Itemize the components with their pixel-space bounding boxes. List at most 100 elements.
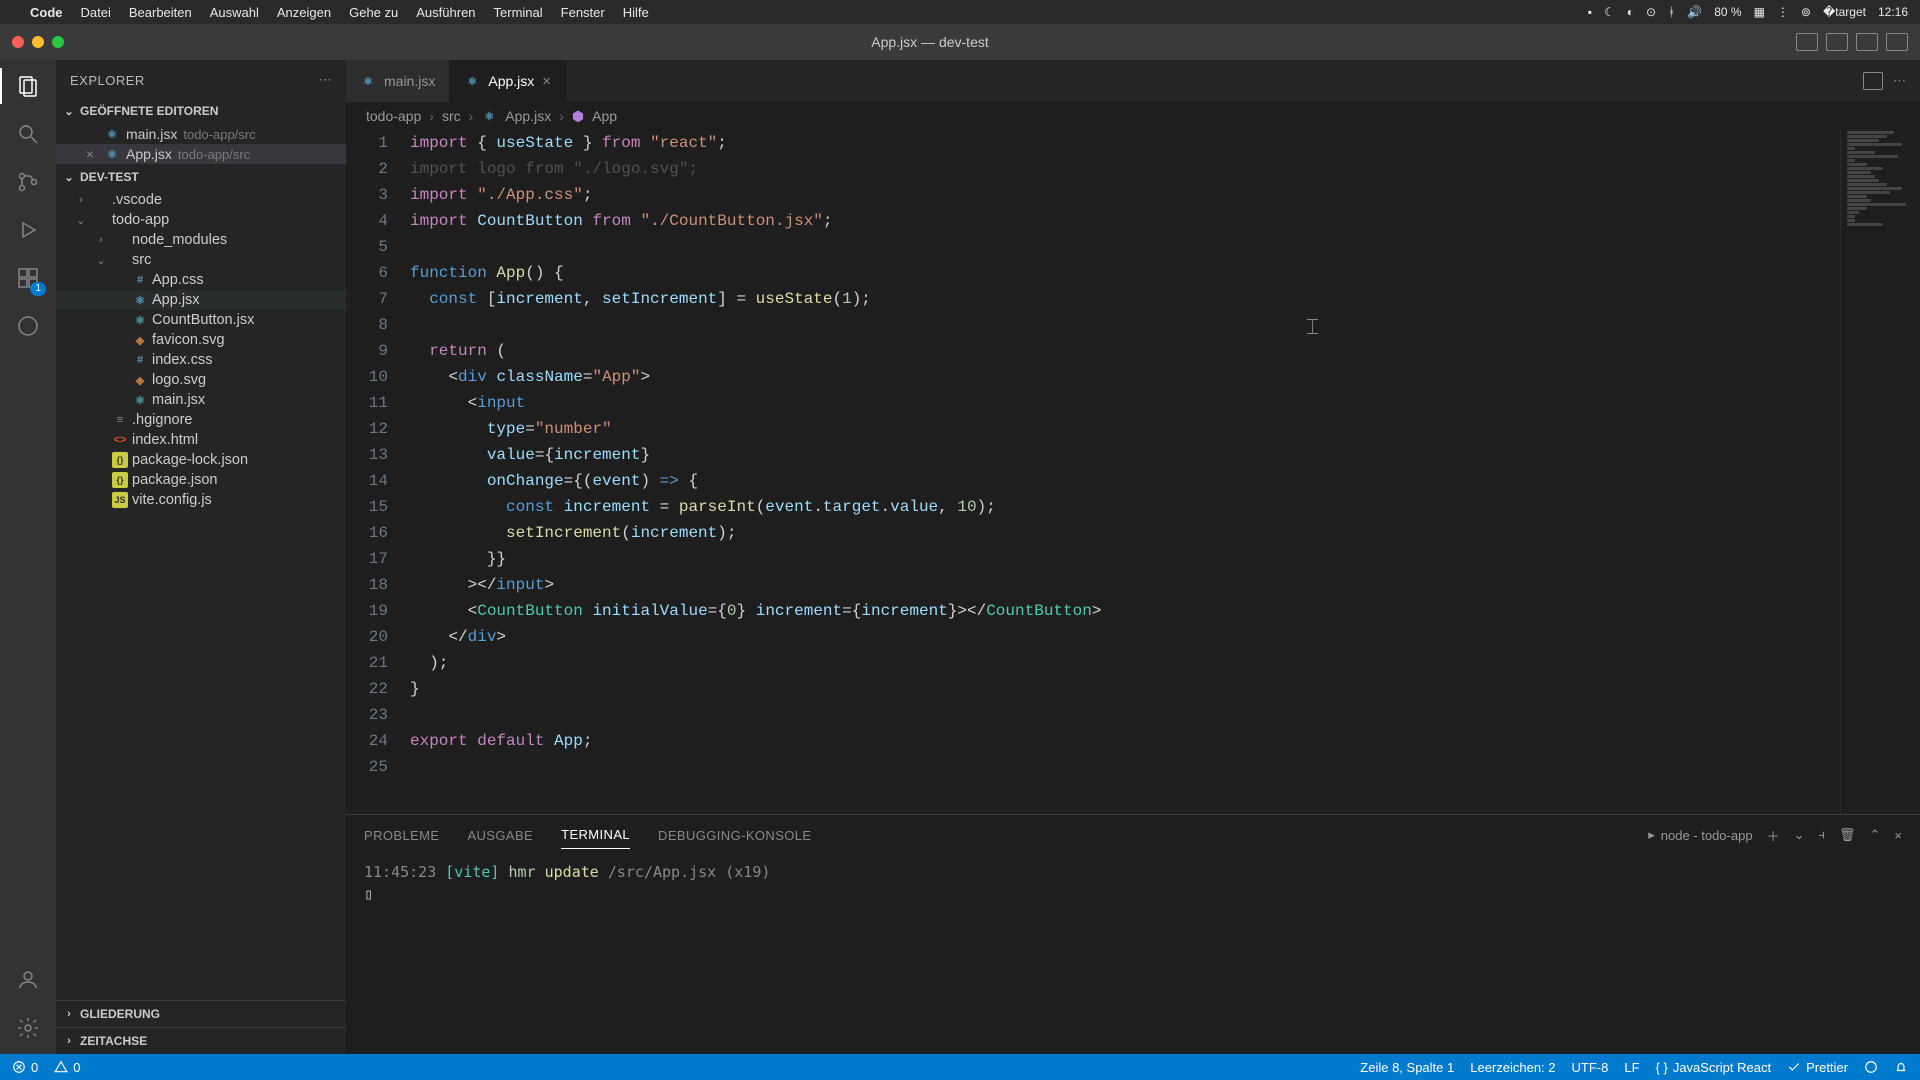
minimize-window-button[interactable] (32, 36, 44, 48)
run-debug-icon[interactable] (14, 216, 42, 244)
file-item[interactable]: ⚛App.jsx (56, 290, 346, 310)
settings-gear-icon[interactable] (14, 1014, 42, 1042)
menu-bearbeiten[interactable]: Bearbeiten (129, 5, 192, 20)
file-item[interactable]: {}package.json (56, 470, 346, 490)
more-icon[interactable]: ⋯ (1893, 73, 1906, 89)
folder-item[interactable]: ›node_modules (56, 230, 346, 250)
code-line[interactable]: import CountButton from "./CountButton.j… (410, 208, 1840, 234)
menu-auswahl[interactable]: Auswahl (210, 5, 259, 20)
source-control-icon[interactable] (14, 168, 42, 196)
file-item[interactable]: ⚛CountButton.jsx (56, 310, 346, 330)
menu-gehe-zu[interactable]: Gehe zu (349, 5, 398, 20)
code-line[interactable]: function App() { (410, 260, 1840, 286)
more-icon[interactable]: ⋯ (319, 72, 333, 88)
status-errors[interactable]: 0 (12, 1060, 38, 1075)
code-line[interactable]: import { useState } from "react"; (410, 130, 1840, 156)
code-line[interactable]: } (410, 676, 1840, 702)
open-editor-item[interactable]: ⚛ main.jsx todo-app/src (56, 124, 346, 144)
kill-terminal-icon[interactable]: 🗑 (1839, 827, 1856, 843)
status-indentation[interactable]: Leerzeichen: 2 (1470, 1060, 1555, 1075)
menu-datei[interactable]: Datei (81, 5, 111, 20)
split-terminal-icon[interactable]: ⫞ (1818, 827, 1825, 843)
control-center-icon[interactable]: �target (1823, 5, 1866, 19)
code-content[interactable]: import { useState } from "react";import … (410, 130, 1840, 814)
new-terminal-icon[interactable]: ＋ (1767, 826, 1780, 845)
code-line[interactable]: import "./App.css"; (410, 182, 1840, 208)
layout-icon[interactable] (1826, 33, 1848, 51)
close-window-button[interactable] (12, 36, 24, 48)
wifi-icon[interactable]: ⋮ (1777, 5, 1789, 19)
panel-tab-terminal[interactable]: TERMINAL (561, 821, 630, 849)
remote-icon[interactable] (14, 312, 42, 340)
file-item[interactable]: #App.css (56, 270, 346, 290)
folder-item[interactable]: ⌄src (56, 250, 346, 270)
chevron-up-icon[interactable]: ⌃ (1870, 827, 1881, 843)
breadcrumb-segment[interactable]: todo-app (366, 108, 421, 124)
status-encoding[interactable]: UTF-8 (1572, 1060, 1609, 1075)
search-icon[interactable]: ⊚ (1801, 5, 1811, 19)
menu-ausfuehren[interactable]: Ausführen (416, 5, 475, 20)
code-line[interactable] (410, 754, 1840, 780)
file-item[interactable]: #index.css (56, 350, 346, 370)
editor-tab[interactable]: ⚛ main.jsx (346, 60, 450, 102)
breadcrumb-segment[interactable]: App (592, 108, 617, 124)
editor-tab[interactable]: ⚛ App.jsx × (450, 60, 566, 102)
file-item[interactable]: {}package-lock.json (56, 450, 346, 470)
bluetooth-icon[interactable]: ᚼ (1668, 5, 1675, 19)
code-editor[interactable]: 1234567891011121314151617181920212223242… (346, 130, 1840, 814)
panel-tab-debug[interactable]: DEBUGGING-KONSOLE (658, 822, 811, 849)
volume-icon[interactable]: 🔊 (1687, 5, 1702, 19)
folder-item[interactable]: ⌄todo-app (56, 210, 346, 230)
menu-anzeigen[interactable]: Anzeigen (277, 5, 331, 20)
status-warnings[interactable]: 0 (54, 1060, 80, 1075)
code-line[interactable]: <div className="App"> (410, 364, 1840, 390)
code-line[interactable]: </div> (410, 624, 1840, 650)
file-item[interactable]: ◈logo.svg (56, 370, 346, 390)
file-item[interactable]: ◈favicon.svg (56, 330, 346, 350)
status-prettier[interactable]: Prettier (1787, 1060, 1848, 1075)
code-line[interactable] (410, 702, 1840, 728)
tray-icon[interactable]: ▦ (1754, 5, 1765, 19)
battery-icon[interactable]: 80 % (1714, 5, 1741, 19)
explorer-icon[interactable] (14, 72, 42, 100)
chevron-down-icon[interactable]: ⌄ (1794, 827, 1805, 843)
code-line[interactable]: return ( (410, 338, 1840, 364)
file-item[interactable]: ≡.hgignore (56, 410, 346, 430)
menu-fenster[interactable]: Fenster (561, 5, 605, 20)
extensions-icon[interactable]: 1 (14, 264, 42, 292)
code-line[interactable] (410, 312, 1840, 338)
outline-header[interactable]: › GLIEDERUNG (56, 1000, 346, 1027)
timeline-header[interactable]: › ZEITACHSE (56, 1027, 346, 1054)
code-line[interactable]: import logo from "./logo.svg"; (410, 156, 1840, 182)
code-line[interactable]: <CountButton initialValue={0} increment=… (410, 598, 1840, 624)
close-icon[interactable]: × (542, 73, 551, 90)
code-line[interactable]: setIncrement(increment); (410, 520, 1840, 546)
close-icon[interactable]: × (82, 146, 98, 162)
file-item[interactable]: JSvite.config.js (56, 490, 346, 510)
code-line[interactable]: <input (410, 390, 1840, 416)
code-line[interactable]: onChange={(event) => { (410, 468, 1840, 494)
tray-icon[interactable]: ▪ (1588, 5, 1592, 19)
zoom-window-button[interactable] (52, 36, 64, 48)
open-editor-item[interactable]: × ⚛ App.jsx todo-app/src (56, 144, 346, 164)
breadcrumb-segment[interactable]: src (442, 108, 461, 124)
status-feedback-icon[interactable] (1864, 1060, 1878, 1074)
moon-icon[interactable]: ☾ (1604, 5, 1615, 19)
status-language[interactable]: { } JavaScript React (1656, 1060, 1772, 1075)
tray-icon[interactable]: ⊙ (1646, 5, 1656, 19)
menu-hilfe[interactable]: Hilfe (623, 5, 649, 20)
panel-tab-ausgabe[interactable]: AUSGABE (467, 822, 533, 849)
code-line[interactable]: export default App; (410, 728, 1840, 754)
split-editor-icon[interactable] (1863, 72, 1883, 90)
code-line[interactable]: value={increment} (410, 442, 1840, 468)
terminal-body[interactable]: 11:45:23 [vite] hmr update /src/App.jsx … (346, 855, 1920, 1054)
terminal-shell-label[interactable]: ▸ node - todo-app (1648, 827, 1752, 843)
menubar-app-name[interactable]: Code (30, 5, 63, 20)
tray-icon[interactable]: ◐ (1627, 5, 1634, 19)
code-line[interactable]: ); (410, 650, 1840, 676)
code-line[interactable]: ></input> (410, 572, 1840, 598)
layout-icon[interactable] (1886, 33, 1908, 51)
code-line[interactable]: const increment = parseInt(event.target.… (410, 494, 1840, 520)
file-item[interactable]: ⚛main.jsx (56, 390, 346, 410)
code-line[interactable]: }} (410, 546, 1840, 572)
